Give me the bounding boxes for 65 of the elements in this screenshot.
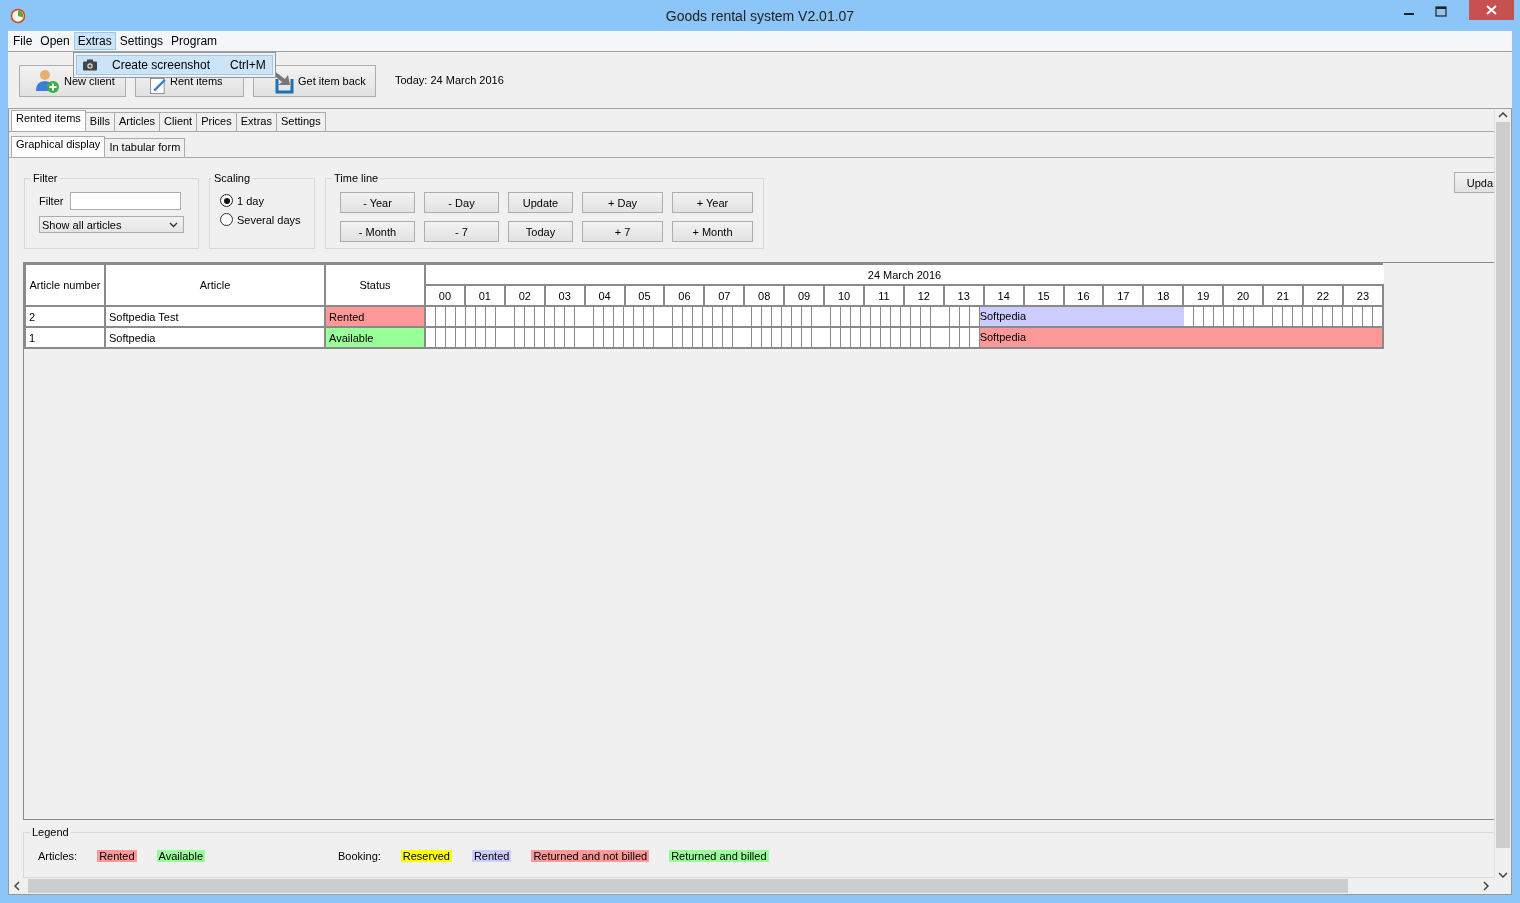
booking-slot[interactable]: Softpedia xyxy=(979,307,1027,326)
navigation-button[interactable]: + 7 xyxy=(582,221,663,242)
dropdown[interactable]: Show all articles xyxy=(39,216,184,233)
tab[interactable]: Rented items xyxy=(11,110,86,131)
table-cell: 2 xyxy=(25,306,105,327)
navigation-button[interactable]: - Day xyxy=(424,192,499,213)
booking-label: Softpedia xyxy=(979,331,1027,343)
legend-item: Rented xyxy=(97,850,137,862)
navigation-button[interactable]: Today xyxy=(508,221,573,242)
legend-item: Rented xyxy=(471,850,512,862)
legend-label: Booking: xyxy=(338,850,381,862)
radio-button[interactable] xyxy=(220,213,233,226)
navigation-button[interactable]: + Year xyxy=(672,192,753,213)
legend-label: Articles: xyxy=(38,850,78,862)
date-header: 24 March 2016 xyxy=(425,264,1383,285)
booking-slot[interactable]: Softpedia xyxy=(979,328,1027,347)
legend-item: Returned and billed xyxy=(669,850,769,862)
menu-item[interactable]: Open xyxy=(36,32,74,50)
table-cell: Softpedia xyxy=(105,327,325,348)
scroll-left-icon[interactable] xyxy=(14,881,20,891)
menu-item[interactable]: File xyxy=(9,32,37,50)
today-date: Today: 24 March 2016 xyxy=(395,74,504,86)
vertical-scrollbar[interactable] xyxy=(1494,109,1511,878)
tab[interactable]: Settings xyxy=(275,112,326,131)
close-icon[interactable] xyxy=(1469,0,1514,20)
legend-item: Reserved xyxy=(400,850,452,862)
column-header: Article number xyxy=(25,264,105,306)
camera-icon xyxy=(82,59,98,71)
column-header: Article xyxy=(105,264,325,306)
group-title: Scaling xyxy=(213,172,252,184)
tab[interactable]: Graphical display xyxy=(11,136,106,157)
app-icon xyxy=(10,7,26,24)
radio-button[interactable] xyxy=(220,194,233,207)
scroll-up-icon[interactable] xyxy=(1498,112,1508,118)
group-title: Filter xyxy=(32,172,59,184)
group-title: Legend xyxy=(31,826,70,838)
column-header: Status xyxy=(325,264,425,306)
radio-label: Several days xyxy=(237,213,301,226)
radio-label: 1 day xyxy=(237,194,264,207)
field-label: Filter xyxy=(39,195,64,207)
table-cell: 1 xyxy=(25,327,105,348)
navigation-button[interactable]: Update xyxy=(508,192,573,213)
legend-item: Available xyxy=(156,850,206,862)
table-cell: Softpedia Test xyxy=(105,306,325,327)
filter-field[interactable] xyxy=(70,192,182,210)
navigation-button[interactable]: + Month xyxy=(672,221,753,242)
tab[interactable]: In tabular form xyxy=(104,138,186,157)
user-add-icon xyxy=(34,68,60,94)
window-title: Goods rental system V2.01.07 xyxy=(665,7,855,24)
menu-item[interactable]: Program xyxy=(167,32,222,50)
navigation-button[interactable]: - Year xyxy=(340,192,415,213)
scroll-right-icon[interactable] xyxy=(1483,881,1489,891)
legend-item: Returned and not billed xyxy=(531,850,650,862)
partial-button[interactable]: Upda xyxy=(1453,172,1494,193)
document-icon xyxy=(150,78,166,94)
menu-entry[interactable]: Create screenshot Ctrl+M xyxy=(76,55,273,75)
booking-label: Softpedia xyxy=(979,310,1027,322)
scroll-down-icon[interactable] xyxy=(1498,872,1508,878)
group-title: Time line xyxy=(333,172,380,184)
chevron-down-icon xyxy=(169,221,178,228)
menu-item[interactable]: Settings xyxy=(115,32,168,50)
navigation-button[interactable]: - Month xyxy=(340,221,415,242)
navigation-button[interactable]: + Day xyxy=(582,192,663,213)
navigation-button[interactable]: - 7 xyxy=(424,221,499,242)
menu-item[interactable]: Extras xyxy=(73,32,116,50)
